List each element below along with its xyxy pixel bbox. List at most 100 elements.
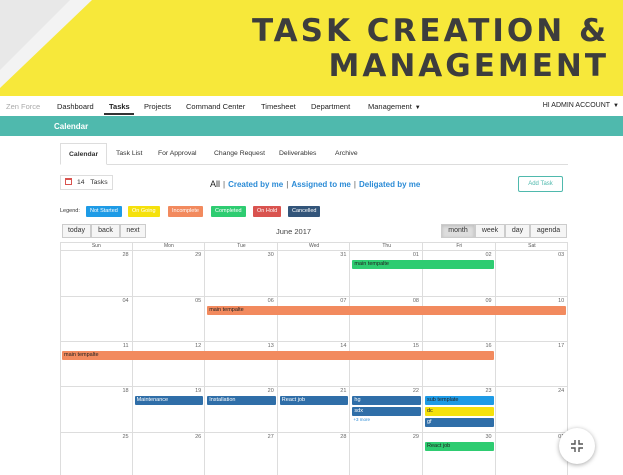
nav-management[interactable]: Management ▼ xyxy=(368,102,421,111)
filter-delegated[interactable]: Deligated by me xyxy=(359,180,420,189)
view-day-button[interactable]: day xyxy=(505,224,530,238)
account-menu[interactable]: HI ADMIN ACCOUNT ▼ xyxy=(543,102,619,109)
day-number[interactable]: 27 xyxy=(254,434,274,440)
day-number[interactable]: 13 xyxy=(254,343,274,349)
day-number[interactable]: 28 xyxy=(109,252,128,258)
day-number[interactable]: 31 xyxy=(326,252,346,258)
grid-line xyxy=(494,242,496,475)
day-number[interactable]: 28 xyxy=(326,434,346,440)
calendar-event[interactable]: main tempalte xyxy=(352,260,494,269)
day-number[interactable]: 12 xyxy=(181,343,201,349)
next-button[interactable]: next xyxy=(120,224,146,238)
banner-title-line1: TASK CREATION & xyxy=(251,13,609,49)
day-number[interactable]: 22 xyxy=(399,388,419,394)
calendar-event[interactable]: main tempalte xyxy=(62,351,494,360)
tab-task-list[interactable]: Task List xyxy=(108,143,150,165)
filter-all[interactable]: All xyxy=(210,179,220,189)
legend-label: Legend: xyxy=(60,208,80,214)
task-filters: All | Created by me | Assigned to me | Deligat… xyxy=(210,179,421,189)
day-number[interactable]: 05 xyxy=(181,298,201,304)
grid-line xyxy=(60,296,568,297)
sub-tabs: Calendar Task List For Approval Change R… xyxy=(60,143,568,165)
day-number[interactable]: 03 xyxy=(544,252,564,258)
weekday-header: Sun xyxy=(91,243,101,249)
add-task-button[interactable]: Add Task xyxy=(518,176,563,192)
tab-for-approval[interactable]: For Approval xyxy=(150,143,205,165)
calendar-event[interactable]: gf xyxy=(425,418,494,427)
day-number[interactable]: 30 xyxy=(472,434,491,440)
day-number[interactable]: 06 xyxy=(254,298,274,304)
chevron-down-icon: ▼ xyxy=(613,103,619,109)
tasks-count: 14 xyxy=(77,179,85,186)
nav-department[interactable]: Department xyxy=(311,102,350,111)
day-number[interactable]: 30 xyxy=(254,252,274,258)
tasks-count-badge[interactable]: 14 Tasks xyxy=(60,175,113,190)
tab-calendar[interactable]: Calendar xyxy=(60,143,108,165)
nav-dashboard[interactable]: Dashboard xyxy=(57,102,94,111)
filter-assigned[interactable]: Assigned to me xyxy=(291,180,351,189)
day-number[interactable]: 25 xyxy=(109,434,128,440)
view-month-button[interactable]: month xyxy=(441,224,475,238)
calendar-event[interactable]: main tempalte xyxy=(207,306,567,315)
view-week-button[interactable]: week xyxy=(475,224,505,238)
legend-on-hold: On Hold xyxy=(253,206,282,217)
today-button[interactable]: today xyxy=(62,224,91,238)
day-number[interactable]: 26 xyxy=(181,434,201,440)
calendar-event[interactable]: sub template xyxy=(425,396,494,405)
day-number[interactable]: 01 xyxy=(399,252,419,258)
weekday-header: Wed xyxy=(308,243,320,249)
brand-logo[interactable]: Zen Force xyxy=(6,102,40,111)
calendar-event[interactable]: React job xyxy=(425,442,494,451)
day-number[interactable]: 29 xyxy=(181,252,201,258)
day-number[interactable]: 16 xyxy=(472,343,491,349)
filter-created[interactable]: Created by me xyxy=(228,180,283,189)
account-label: HI ADMIN ACCOUNT xyxy=(542,102,611,109)
day-number[interactable]: 17 xyxy=(544,343,564,349)
view-agenda-button[interactable]: agenda xyxy=(530,224,567,238)
page-title: Calendar xyxy=(54,122,89,131)
day-number[interactable]: 20 xyxy=(254,388,274,394)
day-number[interactable]: 07 xyxy=(326,298,346,304)
grid-line xyxy=(60,250,568,251)
calendar-event[interactable]: Installation xyxy=(207,396,276,405)
day-number[interactable]: 04 xyxy=(109,298,128,304)
day-number[interactable]: 29 xyxy=(399,434,419,440)
day-number[interactable]: 21 xyxy=(326,388,346,394)
day-number[interactable]: 15 xyxy=(399,343,419,349)
nav-projects[interactable]: Projects xyxy=(144,102,171,111)
calendar-event[interactable]: dc xyxy=(425,407,494,416)
more-events-link[interactable]: +3 more xyxy=(353,417,370,422)
tab-change-request[interactable]: Change Request xyxy=(206,143,273,165)
day-number[interactable]: 02 xyxy=(472,252,491,258)
nav-timesheet[interactable]: Timesheet xyxy=(261,102,296,111)
promo-banner: TASK CREATION & MANAGEMENT xyxy=(0,0,623,96)
tab-archive[interactable]: Archive xyxy=(327,143,366,165)
day-number[interactable]: 10 xyxy=(544,298,564,304)
day-number[interactable]: 24 xyxy=(544,388,564,394)
tab-deliverables[interactable]: Deliverables xyxy=(271,143,324,165)
page-header: Calendar xyxy=(0,116,623,136)
chevron-down-icon: ▼ xyxy=(414,105,421,111)
day-number[interactable]: 23 xyxy=(472,388,491,394)
calendar-icon xyxy=(65,178,72,185)
nav-command-center[interactable]: Command Center xyxy=(186,102,245,111)
day-number[interactable]: 09 xyxy=(472,298,491,304)
calendar-month-title: June 2017 xyxy=(276,227,312,236)
calendar-event[interactable]: React job xyxy=(279,396,349,405)
calendar-event[interactable]: Maintenance xyxy=(134,396,204,405)
tasks-label: Tasks xyxy=(90,179,108,186)
nav-tasks[interactable]: Tasks xyxy=(109,102,130,111)
day-number[interactable]: 19 xyxy=(181,388,201,394)
day-number[interactable]: 18 xyxy=(109,388,128,394)
day-number[interactable]: 14 xyxy=(326,343,346,349)
calendar-event[interactable]: sdx xyxy=(352,407,421,416)
weekday-header: Thu xyxy=(382,243,391,249)
collapse-button[interactable] xyxy=(559,428,595,464)
grid-line xyxy=(60,432,568,433)
day-number[interactable]: 11 xyxy=(109,343,129,349)
grid-line xyxy=(60,386,568,387)
back-button[interactable]: back xyxy=(91,224,120,238)
day-number[interactable]: 08 xyxy=(399,298,419,304)
calendar-event[interactable]: hg xyxy=(352,396,421,405)
collapse-icon xyxy=(571,440,583,452)
